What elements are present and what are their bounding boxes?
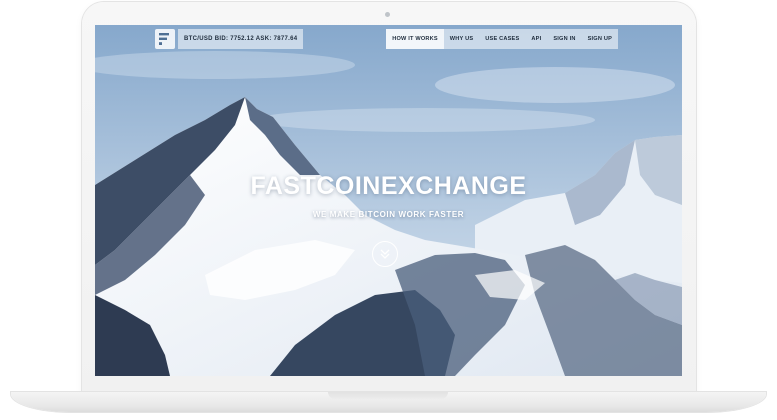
webcam bbox=[385, 12, 390, 17]
hero-subtitle: WE MAKE BITCOIN WORK FASTER bbox=[312, 210, 465, 219]
nav-sign-in[interactable]: SIGN IN bbox=[547, 29, 581, 49]
nav-why-us[interactable]: WHY US bbox=[444, 29, 479, 49]
laptop-screen: BTC/USD BID: 7752.12 ASK: 7877.64 HOW IT… bbox=[95, 25, 682, 376]
laptop-mockup: BTC/USD BID: 7752.12 ASK: 7877.64 HOW IT… bbox=[0, 0, 777, 420]
hero-title: FASTCOINEXCHANGE bbox=[250, 172, 527, 200]
nav-use-cases[interactable]: USE CASES bbox=[479, 29, 525, 49]
btc-price-ticker: BTC/USD BID: 7752.12 ASK: 7877.64 bbox=[178, 29, 304, 49]
laptop-opening-notch bbox=[328, 392, 448, 399]
nav-how-it-works[interactable]: HOW IT WORKS bbox=[386, 29, 444, 49]
scroll-down-button[interactable] bbox=[372, 241, 398, 267]
nav-api[interactable]: API bbox=[525, 29, 547, 49]
fastcoin-logo-icon[interactable] bbox=[155, 29, 175, 49]
nav-sign-up[interactable]: SIGN UP bbox=[582, 29, 618, 49]
main-nav: HOW IT WORKS WHY US USE CASES API SIGN I… bbox=[386, 29, 618, 49]
chevron-double-down-icon bbox=[380, 249, 390, 259]
